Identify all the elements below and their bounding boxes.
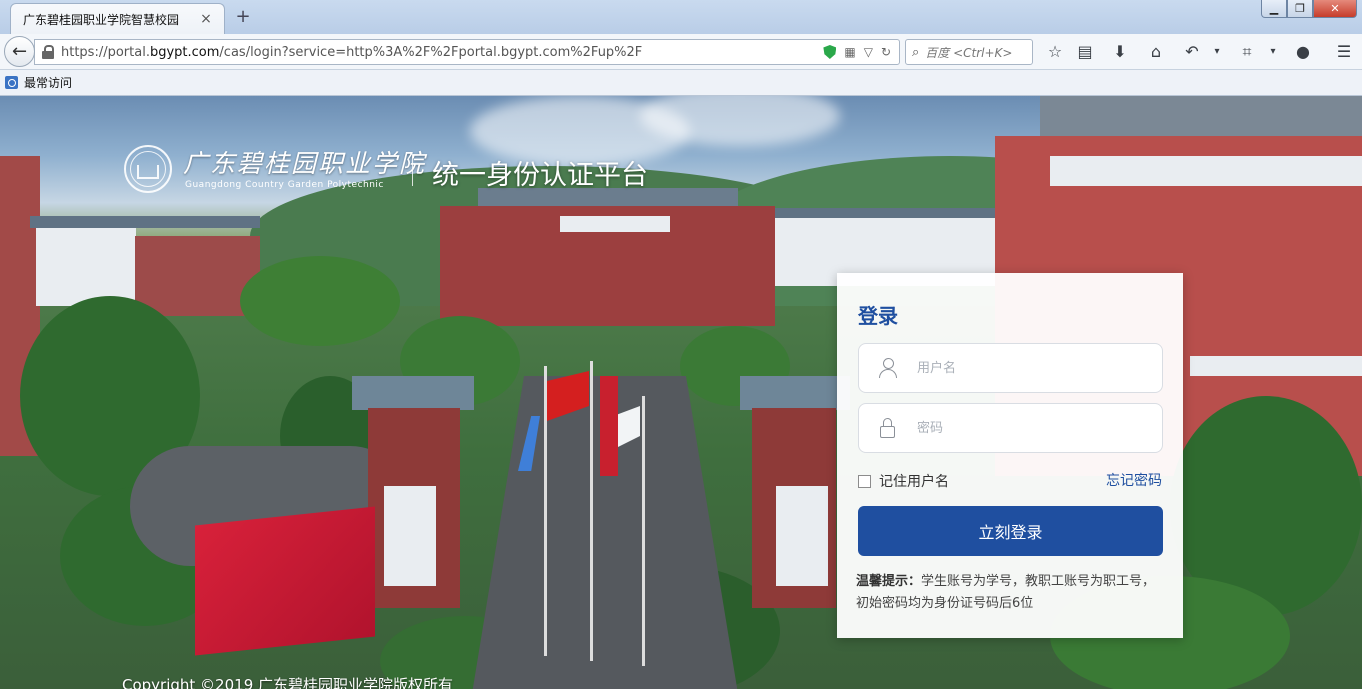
bookmark-most-visited[interactable]: 最常访问 (24, 74, 72, 91)
tab-title: 广东碧桂园职业学院智慧校园 (23, 12, 180, 27)
crop-menu-icon[interactable]: ▾ (1262, 42, 1284, 62)
star-icon[interactable]: ☆ (1044, 42, 1066, 62)
password-input[interactable] (917, 404, 1162, 452)
reading-list-icon[interactable]: ▤ (1074, 42, 1096, 62)
minimize-icon[interactable]: ▁ (1261, 0, 1287, 18)
login-tip: 温馨提示：学生账号为学号，教职工账号为职工号，初始密码均为身份证号码后6位 (856, 571, 1166, 615)
url-bar[interactable]: https://portal.bgypt.com/cas/login?servi… (34, 39, 900, 65)
username-input[interactable] (917, 344, 1162, 392)
login-title: 登录 (858, 304, 898, 328)
bookmarks-bar: 最常访问 (0, 70, 1362, 96)
school-name-cn: 广东碧桂园职业学院 (183, 149, 427, 178)
username-field[interactable] (858, 343, 1163, 393)
search-placeholder: 百度 <Ctrl+K> (925, 45, 1013, 60)
back-arrow-icon: ← (11, 41, 28, 62)
password-field[interactable] (858, 403, 1163, 453)
header-divider (412, 154, 413, 186)
back-button[interactable]: ← (4, 36, 35, 67)
shield-icon[interactable] (823, 45, 837, 59)
login-card: 登录 记住用户名 忘记密码 立刻登录 温馨提示：学生账号为学号，教职工账号为职工… (837, 273, 1183, 638)
home-icon[interactable]: ⌂ (1145, 42, 1167, 62)
school-name-en: Guangdong Country Garden Polytechnic (185, 180, 384, 190)
remember-checkbox[interactable] (858, 474, 871, 488)
download-icon[interactable]: ⬇ (1109, 42, 1131, 62)
platform-title: 统一身份认证平台 (432, 160, 648, 190)
forgot-password-link[interactable]: 忘记密码 (1106, 470, 1162, 490)
browser-navbar: https://portal.bgypt.com/cas/login?servi… (0, 34, 1362, 70)
chat-icon[interactable]: ● (1292, 42, 1314, 62)
tab-close-icon[interactable]: × (198, 11, 214, 27)
qrcode-icon[interactable]: ▦ (844, 45, 855, 59)
remember-label[interactable]: 记住用户名 (879, 471, 949, 491)
menu-icon[interactable]: ☰ (1333, 42, 1355, 62)
copyright-text: Copyright ©2019 广东碧桂园职业学院版权所有 (122, 676, 454, 689)
login-page: 广东碧桂园职业学院 Guangdong Country Garden Polyt… (0, 96, 1362, 689)
lock-icon (880, 418, 896, 438)
tip-label: 温馨提示： (856, 574, 922, 589)
undo-icon[interactable]: ↶ (1181, 42, 1203, 62)
close-window-icon[interactable]: ✕ (1313, 0, 1357, 18)
maximize-icon[interactable]: ❐ (1287, 0, 1313, 18)
browser-tab[interactable]: 广东碧桂园职业学院智慧校园 × (10, 3, 225, 34)
bookmark-folder-icon[interactable] (5, 76, 18, 89)
url-text[interactable]: https://portal.bgypt.com/cas/login?servi… (61, 45, 823, 60)
browser-titlebar: 广东碧桂园职业学院智慧校园 × + ▁ ❐ ✕ (0, 0, 1362, 34)
school-logo (124, 145, 172, 193)
crop-icon[interactable]: ⌗ (1236, 42, 1258, 62)
search-icon: ⌕ (912, 44, 920, 60)
undo-menu-icon[interactable]: ▾ (1206, 42, 1228, 62)
new-tab-button[interactable]: + (232, 6, 254, 28)
user-icon (879, 358, 897, 378)
login-button[interactable]: 立刻登录 (858, 506, 1163, 556)
reload-icon[interactable]: ↻ (881, 45, 891, 59)
search-bar[interactable]: ⌕ 百度 <Ctrl+K> (905, 39, 1033, 65)
dropdown-icon[interactable]: ▽ (864, 45, 873, 59)
remember-username[interactable]: 记住用户名 (858, 471, 949, 491)
lock-icon[interactable] (41, 45, 55, 59)
